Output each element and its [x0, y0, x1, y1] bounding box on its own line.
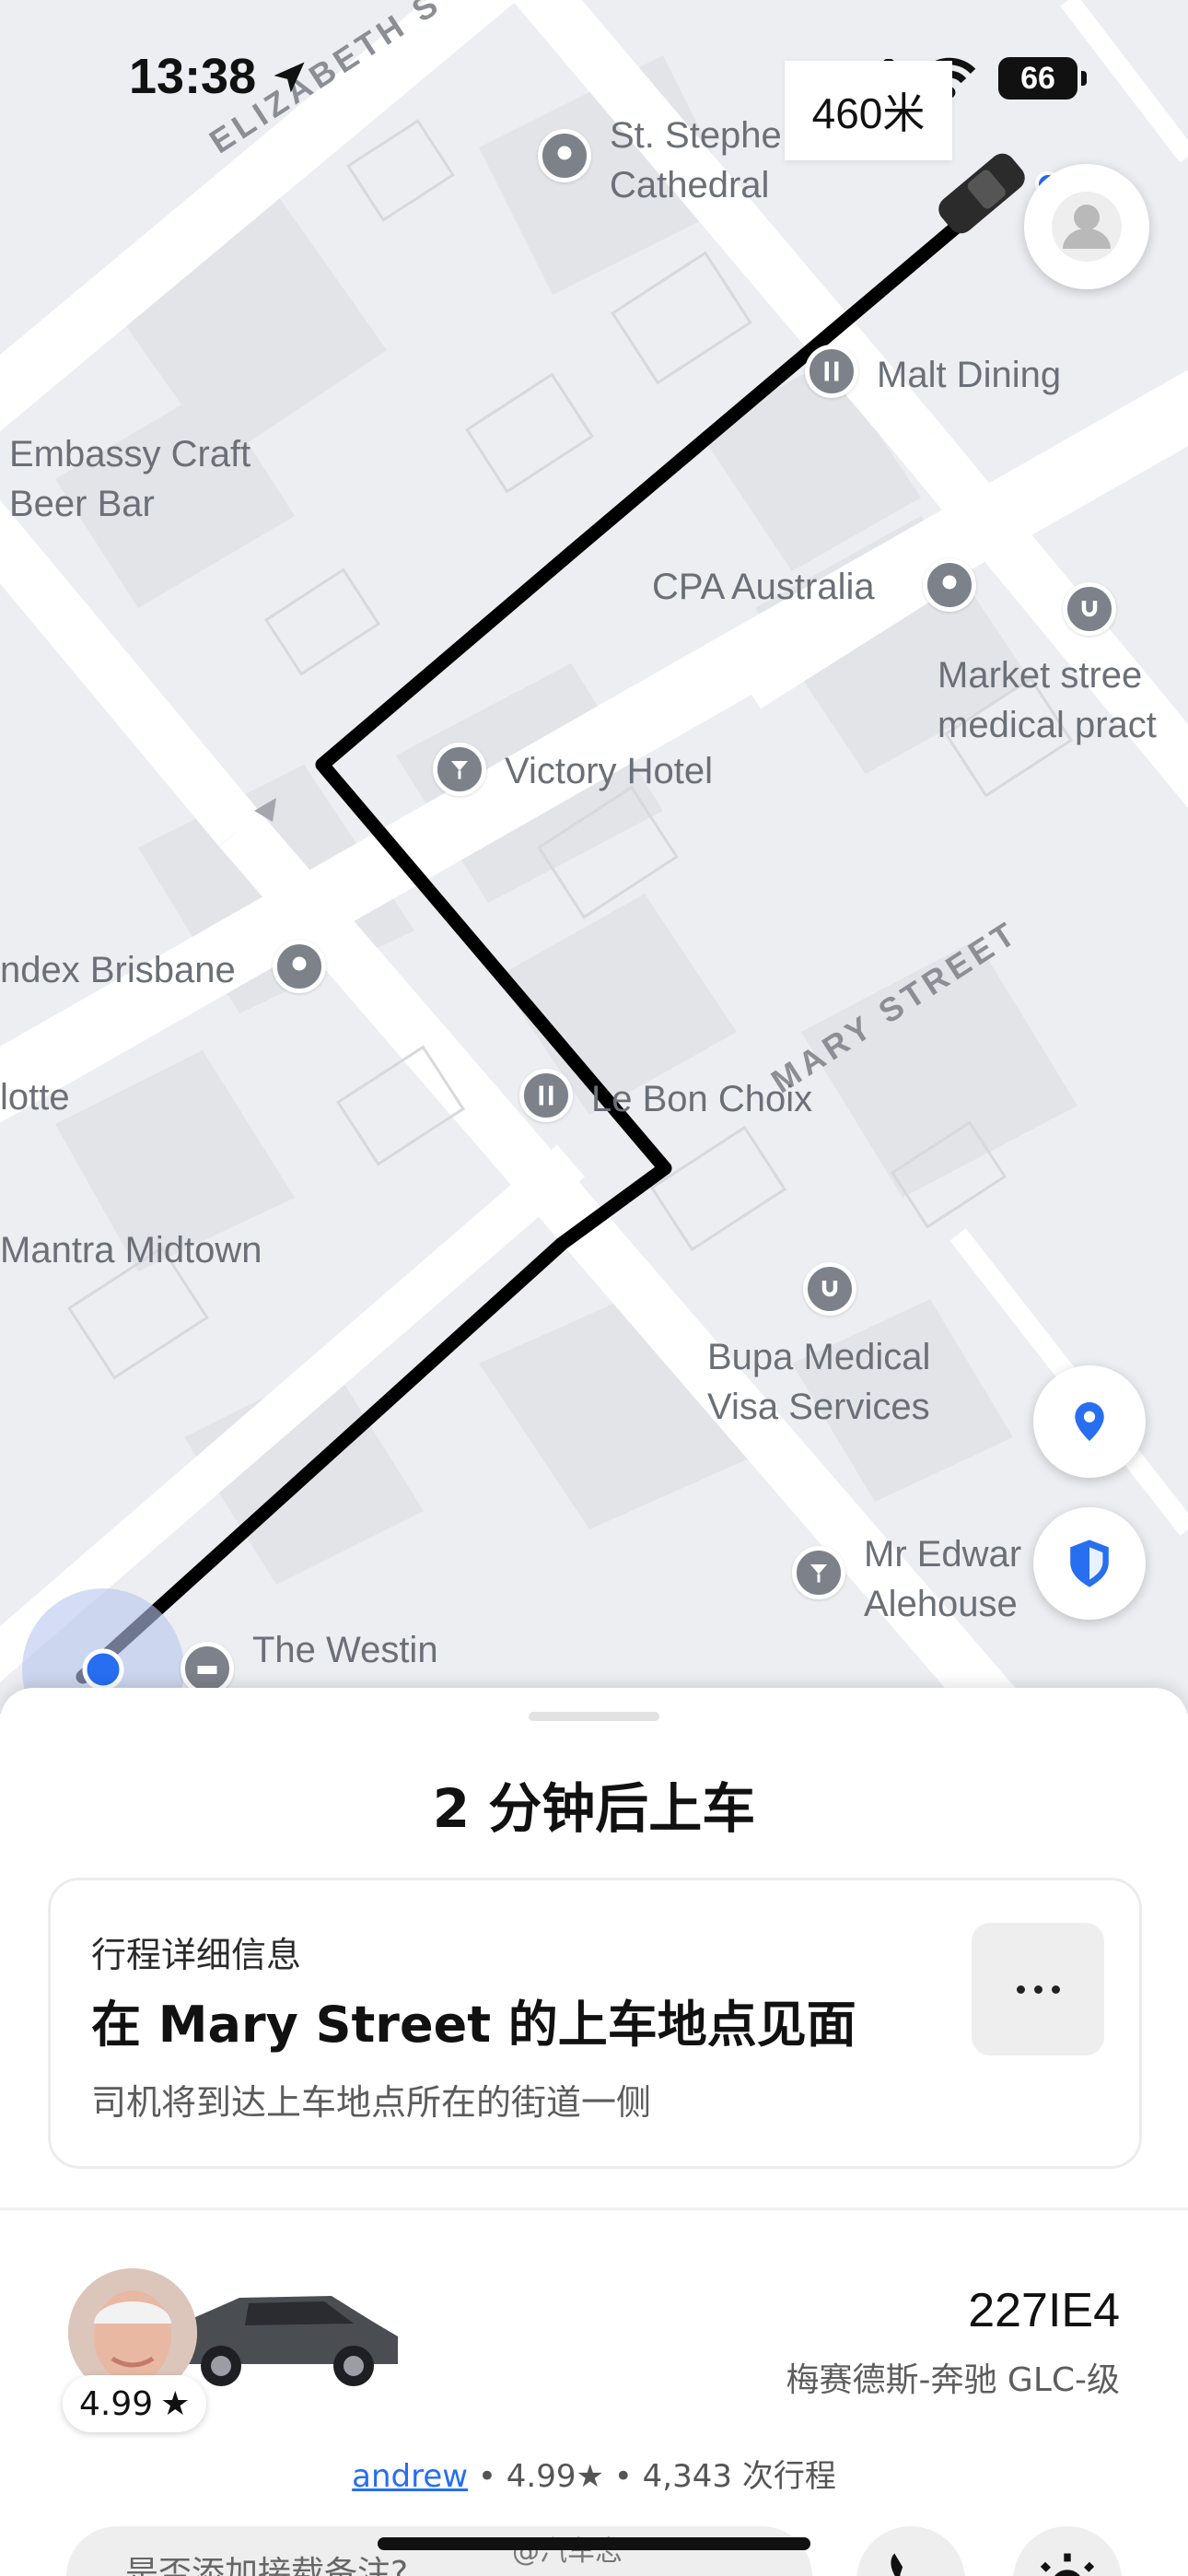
call-driver-button[interactable]	[856, 2526, 965, 2576]
distance-badge: 460米	[785, 61, 952, 160]
driver-summary-rating: 4.99★	[506, 2458, 604, 2495]
trip-details-card[interactable]: 行程详细信息 在 Mary Street 的上车地点见面 司机将到达上车地点所在…	[48, 1878, 1142, 2169]
recenter-location-button[interactable]	[1033, 1365, 1146, 1478]
place-label-victory-hotel[interactable]: Victory Hotel	[505, 746, 713, 796]
star-icon: ★	[160, 2384, 191, 2423]
driver-rating-value: 4.99	[79, 2384, 154, 2423]
restaurant-icon[interactable]	[519, 1069, 573, 1122]
pickup-note-input[interactable]: 是否添加接载备注?	[66, 2526, 812, 2576]
trip-details-label: 行程详细信息	[91, 1935, 302, 1975]
driver-trip-count: 4,343 次行程	[642, 2458, 836, 2495]
place-label-mr-edwards[interactable]: Mr Edwar Alehouse	[864, 1529, 1021, 1629]
bar-icon[interactable]	[792, 1546, 845, 1599]
profile-button[interactable]	[1024, 164, 1149, 289]
more-options-button[interactable]	[972, 1923, 1104, 2055]
place-label-le-bon-choix[interactable]: Le Bon Choix	[591, 1074, 812, 1124]
more-dot-icon	[1051, 1985, 1060, 1994]
restaurant-icon[interactable]	[805, 345, 858, 398]
medical-icon[interactable]	[1063, 582, 1116, 636]
driver-name-link[interactable]: andrew	[352, 2458, 468, 2495]
bar-icon[interactable]	[433, 743, 486, 796]
driver-rating-badge: 4.99 ★	[63, 2375, 207, 2432]
place-label-brisbane[interactable]: ndex Brisbane	[0, 945, 236, 995]
place-label-westin[interactable]: The Westin	[252, 1625, 438, 1675]
location-arrow-icon	[274, 62, 305, 93]
shield-icon	[1070, 1540, 1109, 1587]
divider	[0, 2207, 1188, 2210]
driver-summary: andrew • 4.99★ • 4,343 次行程	[0, 2451, 1188, 2496]
map-view[interactable]: ELIZABETH S MARY STREET St. Stephe Cathe…	[0, 0, 1188, 1714]
map-base	[0, 0, 1188, 1714]
medical-icon[interactable]	[803, 1262, 856, 1316]
license-plate: 227IE4	[968, 2284, 1120, 2337]
place-label-embassy[interactable]: Embassy Craft Beer Bar	[9, 429, 250, 529]
phone-icon	[891, 2553, 903, 2576]
pin-icon[interactable]	[273, 940, 326, 993]
place-label-cathedral[interactable]: St. Stephe Cathedral	[610, 111, 782, 210]
trip-bottom-sheet[interactable]: 2 分钟后上车 行程详细信息 在 Mary Street 的上车地点见面 司机将…	[0, 1688, 1188, 2576]
place-label-cpa[interactable]: CPA Australia	[652, 562, 875, 612]
car-model: 梅赛德斯-奔驰 GLC-级	[786, 2361, 1120, 2399]
separator-dot: •	[613, 2458, 643, 2495]
safety-alert-icon	[1040, 2553, 1095, 2576]
pin-icon[interactable]	[923, 558, 976, 612]
location-pin-icon	[1075, 1402, 1104, 1441]
home-indicator[interactable]	[378, 2537, 810, 2550]
battery-indicator: 66	[998, 57, 1087, 100]
status-time: 13:38	[129, 49, 257, 104]
place-label-market-street-medical[interactable]: Market stree medical pract	[938, 650, 1157, 750]
place-label-lotte[interactable]: lotte	[0, 1072, 70, 1122]
pickup-instruction: 在 Mary Street 的上车地点见面	[91, 1996, 856, 2054]
pickup-note: 司机将到达上车地点所在的街道一侧	[91, 2082, 652, 2123]
place-label-mantra[interactable]: Mantra Midtown	[0, 1225, 262, 1275]
more-dot-icon	[1033, 1985, 1042, 1994]
more-dot-icon	[1016, 1985, 1025, 1994]
pickup-eta-title: 2 分钟后上车	[432, 1777, 756, 1840]
place-label-malt-dining[interactable]: Malt Dining	[877, 350, 1061, 400]
user-avatar-icon	[1052, 192, 1122, 262]
pin-icon[interactable]	[538, 129, 591, 182]
safety-toolkit-button[interactable]	[1013, 2526, 1122, 2576]
separator-dot: •	[477, 2458, 507, 2495]
sheet-drag-handle[interactable]	[529, 1712, 659, 1721]
place-label-bupa[interactable]: Bupa Medical Visa Services	[707, 1332, 930, 1432]
safety-shield-button[interactable]	[1033, 1507, 1146, 1620]
